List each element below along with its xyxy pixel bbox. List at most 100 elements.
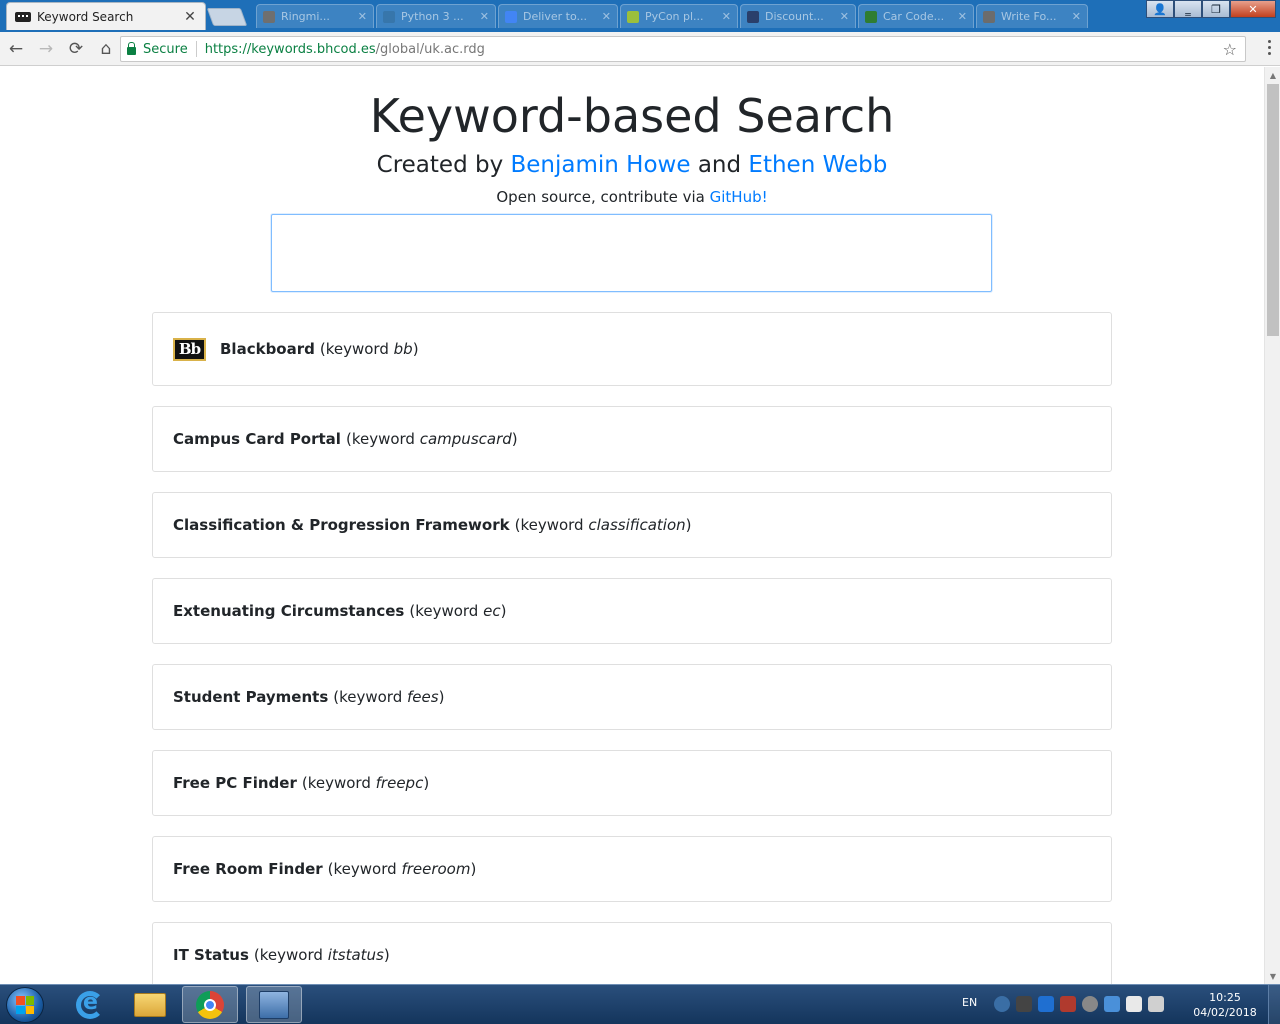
windows-taskbar: EN 10:25 04/02/2018	[0, 984, 1280, 1024]
network-computer-icon	[259, 990, 289, 1019]
keyword-search-input[interactable]	[271, 214, 992, 292]
minimize-button[interactable]: ‗	[1174, 0, 1202, 18]
reload-button[interactable]: ⟳	[62, 35, 90, 63]
page-title: Keyword-based Search	[369, 89, 895, 143]
created-by: Created by Benjamin Howe and Ethen Webb	[0, 152, 1264, 178]
bookmark-star-icon[interactable]: ☆	[1223, 40, 1237, 59]
scroll-thumb[interactable]	[1267, 84, 1279, 336]
url-path: /global/uk.ac.rdg	[375, 41, 485, 57]
close-window-button[interactable]: ✕	[1230, 0, 1276, 18]
scroll-up-icon[interactable]: ▲	[1265, 67, 1280, 83]
user-icon[interactable]: 👤	[1146, 0, 1174, 18]
tab-close-icon[interactable]: ✕	[480, 10, 489, 23]
tray-volume-muted-icon[interactable]	[1148, 996, 1164, 1012]
language-indicator[interactable]: EN	[962, 996, 977, 1009]
tray-app-icon[interactable]	[1060, 996, 1076, 1012]
result-name: Classification & Progression Framework	[173, 516, 510, 534]
tab-favicon-icon	[983, 10, 995, 23]
result-name: Campus Card Portal	[173, 430, 341, 448]
result-keyword: (keyword classification)	[514, 516, 692, 534]
result-name: IT Status	[173, 946, 249, 964]
page-scrollbar[interactable]: ▲ ▼	[1264, 67, 1280, 984]
internet-explorer-icon	[76, 990, 104, 1019]
background-tab[interactable]: Ringmi... ✕	[256, 4, 374, 28]
taskbar-file-explorer[interactable]	[122, 986, 178, 1023]
taskbar-clock[interactable]: 10:25 04/02/2018	[1188, 990, 1262, 1020]
created-prefix: Created by	[376, 152, 511, 178]
new-tab-button[interactable]	[206, 8, 248, 26]
tray-globe-icon[interactable]	[994, 996, 1010, 1012]
tab-label: PyCon pl...	[645, 10, 704, 23]
page-viewport: Keyword-based Search Created by Benjamin…	[0, 67, 1264, 984]
blackboard-logo-icon: Bb	[173, 337, 206, 361]
tray-flag-icon[interactable]	[1126, 996, 1142, 1012]
author-link-benjamin[interactable]: Benjamin Howe	[511, 152, 691, 178]
background-tab[interactable]: Python 3 ... ✕	[376, 4, 496, 28]
browser-tab-strip: Keyword Search ✕ Ringmi... ✕ Python 3 ..…	[0, 0, 1280, 32]
background-tab[interactable]: Deliver to... ✕	[498, 4, 618, 28]
open-source-prefix: Open source, contribute via	[496, 188, 710, 206]
result-card-blackboard[interactable]: Bb Blackboard (keyword bb)	[152, 312, 1112, 386]
result-card-fees[interactable]: Student Payments (keyword fees)	[152, 664, 1112, 730]
background-tab[interactable]: Car Code... ✕	[858, 4, 974, 28]
and-text: and	[690, 152, 749, 178]
window-controls: 👤 ‗ ❐ ✕	[1146, 0, 1276, 18]
chrome-menu-icon[interactable]	[1268, 40, 1272, 55]
background-tab[interactable]: Discount... ✕	[740, 4, 856, 28]
tray-drive-icon[interactable]	[1082, 996, 1098, 1012]
tab-close-icon[interactable]: ✕	[840, 10, 849, 23]
windows-logo-icon	[16, 996, 34, 1014]
url-domain: https://keywords.bhcod.es	[204, 41, 376, 57]
result-card-itstatus[interactable]: IT Status (keyword itstatus)	[152, 922, 1112, 984]
background-tab[interactable]: Write Fo... ✕	[976, 4, 1088, 28]
tab-label: Car Code...	[883, 10, 945, 23]
taskbar-internet-explorer[interactable]	[62, 986, 118, 1023]
scroll-down-icon[interactable]: ▼	[1265, 968, 1280, 984]
restore-button[interactable]: ❐	[1202, 0, 1230, 18]
tab-label: Python 3 ...	[401, 10, 464, 23]
tab-close-icon[interactable]: ✕	[602, 10, 611, 23]
result-keyword: (keyword campuscard)	[345, 430, 518, 448]
tab-favicon-icon	[383, 10, 395, 23]
author-link-ethen[interactable]: Ethen Webb	[748, 152, 887, 178]
taskbar-chrome[interactable]	[182, 986, 238, 1023]
system-tray	[994, 996, 1164, 1012]
tab-favicon-icon	[627, 10, 639, 23]
tab-close-icon[interactable]: ✕	[183, 9, 197, 25]
clock-time: 10:25	[1209, 991, 1241, 1004]
tab-close-icon[interactable]: ✕	[1072, 10, 1081, 23]
tab-label: Write Fo...	[1001, 10, 1057, 23]
github-link[interactable]: GitHub!	[710, 188, 768, 206]
result-name: Free PC Finder	[173, 774, 297, 792]
tab-keyword-search[interactable]: Keyword Search ✕	[6, 2, 206, 30]
taskbar-network-app[interactable]	[246, 986, 302, 1023]
tab-close-icon[interactable]: ✕	[358, 10, 367, 23]
home-button[interactable]: ⌂	[92, 35, 120, 63]
result-keyword: (keyword freepc)	[301, 774, 430, 792]
tab-close-icon[interactable]: ✕	[722, 10, 731, 23]
tab-title: Keyword Search	[37, 9, 134, 24]
forward-button[interactable]: →	[32, 35, 60, 63]
result-card-classification[interactable]: Classification & Progression Framework (…	[152, 492, 1112, 558]
address-bar[interactable]: Secure https://keywords.bhcod.es/global/…	[120, 36, 1246, 62]
result-card-freepc[interactable]: Free PC Finder (keyword freepc)	[152, 750, 1112, 816]
browser-toolbar: ← → ⟳ ⌂ Secure https://keywords.bhcod.es…	[0, 32, 1280, 66]
result-keyword: (keyword fees)	[333, 688, 445, 706]
tab-favicon-icon	[747, 10, 759, 23]
back-button[interactable]: ←	[2, 35, 30, 63]
open-source-note: Open source, contribute via GitHub!	[0, 188, 1264, 206]
tab-close-icon[interactable]: ✕	[958, 10, 967, 23]
start-button[interactable]	[6, 987, 44, 1023]
tray-shield-icon[interactable]	[1038, 996, 1054, 1012]
result-card-campuscard[interactable]: Campus Card Portal (keyword campuscard)	[152, 406, 1112, 472]
tray-tool-icon[interactable]	[1016, 996, 1032, 1012]
result-keyword: (keyword itstatus)	[253, 946, 390, 964]
tab-label: Deliver to...	[523, 10, 587, 23]
result-keyword: (keyword bb)	[319, 340, 419, 358]
result-card-freeroom[interactable]: Free Room Finder (keyword freeroom)	[152, 836, 1112, 902]
tray-network-icon[interactable]	[1104, 996, 1120, 1012]
show-desktop-button[interactable]	[1268, 985, 1280, 1024]
result-card-ec[interactable]: Extenuating Circumstances (keyword ec)	[152, 578, 1112, 644]
background-tab[interactable]: PyCon pl... ✕	[620, 4, 738, 28]
tab-label: Discount...	[765, 10, 824, 23]
